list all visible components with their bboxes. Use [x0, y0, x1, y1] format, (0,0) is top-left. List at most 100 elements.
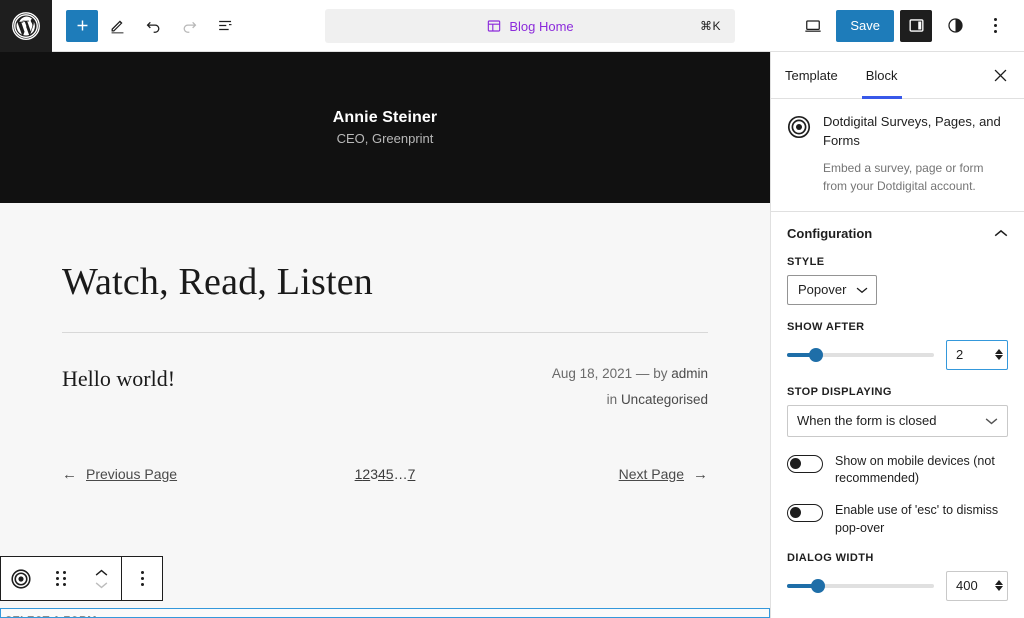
chevron-up-icon [994, 229, 1008, 238]
slider-thumb[interactable] [809, 348, 823, 362]
post-meta-line-1: Aug 18, 2021 — by admin [438, 361, 708, 387]
pagination-previous[interactable]: ← Previous Page [62, 466, 177, 483]
page-number-4[interactable]: 4 [378, 466, 386, 482]
dialog-width-number-input[interactable]: 400 [946, 571, 1008, 601]
selected-dotdigital-block[interactable]: SELECT A FORM SMS marketing Extra 5% [0, 608, 770, 618]
redo-arrow-icon[interactable] [172, 9, 206, 43]
settings-sidebar-icon[interactable] [900, 10, 932, 42]
contrast-styles-icon[interactable] [938, 9, 972, 43]
show-after-label: SHOW AFTER [787, 321, 1008, 333]
post-date: Aug 18, 2021 [552, 366, 632, 381]
more-menu-icon[interactable] [978, 9, 1012, 43]
document-list-view-icon[interactable] [208, 9, 242, 43]
chevron-down-icon [95, 581, 108, 589]
post-meta-line-2: in Uncategorised [438, 387, 708, 413]
block-options-icon[interactable] [122, 571, 162, 586]
block-description: Embed a survey, page or form from your D… [823, 159, 1008, 195]
block-toolbar-options-group [122, 557, 162, 600]
show-after-number-input[interactable]: 2 [946, 340, 1008, 370]
configuration-panel-body: STYLE Popover SHOW AFTER [771, 256, 1024, 618]
arrow-right-icon: → [693, 466, 708, 483]
toggle-knob [790, 458, 801, 469]
dotdigital-bullseye-icon [787, 113, 811, 195]
editor-canvas: Annie Steiner CEO, Greenprint Watch, Rea… [0, 52, 770, 618]
select-form-label: SELECT A FORM [1, 609, 769, 618]
show-after-field: SHOW AFTER 2 [787, 321, 1008, 370]
post-title-link[interactable]: Hello world! [62, 361, 438, 414]
show-after-stepper[interactable] [995, 349, 1003, 360]
pagination: ← Previous Page 12345…7 Next Page → [62, 414, 708, 483]
sidebar-tabs: Template Block [771, 52, 1024, 99]
command-center: Blog Home ⌘K [325, 9, 735, 43]
dialog-width-stepper[interactable] [995, 580, 1003, 591]
post-category-link[interactable]: Uncategorised [621, 392, 708, 407]
pagination-next[interactable]: Next Page → [619, 466, 708, 483]
style-select[interactable]: Popover [787, 275, 877, 305]
chevron-down-icon [985, 417, 998, 425]
undo-arrow-icon[interactable] [136, 9, 170, 43]
editor-body: Annie Steiner CEO, Greenprint Watch, Rea… [0, 52, 1024, 618]
toolbar-right-group: Save [796, 9, 1024, 43]
configuration-panel-header[interactable]: Configuration [771, 212, 1024, 256]
next-page-label: Next Page [619, 466, 684, 482]
stop-displaying-field: STOP DISPLAYING When the form is closed [787, 386, 1008, 437]
dialog-width-value: 400 [956, 578, 995, 593]
style-field: STYLE Popover [787, 256, 1008, 305]
by-label: by [653, 366, 667, 381]
editor-toolbar: Blog Home ⌘K Save [0, 0, 1024, 52]
show-after-value: 2 [956, 347, 995, 362]
move-block-updown-buttons[interactable] [81, 569, 121, 589]
post-area: Watch, Read, Listen Hello world! Aug 18,… [0, 203, 770, 483]
page-number-5[interactable]: 5 [386, 466, 394, 482]
block-title: Dotdigital Surveys, Pages, and Forms [823, 113, 1008, 151]
settings-sidebar: Template Block Dotdigital Surveys, Pages… [770, 52, 1024, 618]
show-on-mobile-toggle[interactable] [787, 455, 823, 473]
show-on-mobile-row: Show on mobile devices (not recommended) [787, 453, 1008, 489]
save-button[interactable]: Save [836, 10, 894, 42]
style-selected-value: Popover [798, 282, 846, 297]
site-title: Annie Steiner [333, 109, 437, 127]
arrow-left-icon: ← [62, 466, 77, 483]
block-info-card: Dotdigital Surveys, Pages, and Forms Emb… [771, 99, 1024, 212]
dialog-width-field: DIALOG WIDTH 400 [787, 552, 1008, 601]
add-block-button[interactable] [66, 10, 98, 42]
site-tagline: CEO, Greenprint [337, 131, 434, 146]
esc-dismiss-toggle[interactable] [787, 504, 823, 522]
block-toolbar [0, 556, 163, 601]
block-info-text: Dotdigital Surveys, Pages, and Forms Emb… [823, 113, 1008, 195]
in-label: in [607, 392, 618, 407]
page-title: Watch, Read, Listen [62, 203, 708, 304]
dotdigital-bullseye-icon[interactable] [1, 568, 41, 590]
page-number-last[interactable]: 7 [408, 466, 416, 482]
show-after-slider[interactable] [787, 346, 934, 364]
stop-displaying-label: STOP DISPLAYING [787, 386, 1008, 398]
drag-handle-icon[interactable] [41, 571, 81, 586]
dialog-width-slider[interactable] [787, 577, 934, 595]
post-list-item: Hello world! Aug 18, 2021 — by admin in … [62, 333, 708, 414]
post-meta: Aug 18, 2021 — by admin in Uncategorised [438, 361, 708, 414]
site-header: Annie Steiner CEO, Greenprint [0, 52, 770, 203]
style-label: STYLE [787, 256, 1008, 268]
slider-thumb[interactable] [811, 579, 825, 593]
dialog-width-label: DIALOG WIDTH [787, 552, 1008, 564]
stop-displaying-select[interactable]: When the form is closed [787, 405, 1008, 437]
show-after-control-row: 2 [787, 340, 1008, 370]
template-layout-icon [486, 18, 502, 34]
chevron-down-icon [856, 286, 868, 294]
tab-block[interactable]: Block [852, 52, 912, 99]
tools-pencil-icon[interactable] [100, 9, 134, 43]
tab-template[interactable]: Template [771, 52, 852, 99]
esc-dismiss-row: Enable use of 'esc' to dismiss pop-over [787, 502, 1008, 538]
previous-page-label: Previous Page [86, 466, 177, 482]
close-sidebar-icon[interactable] [988, 63, 1012, 87]
show-on-mobile-label: Show on mobile devices (not recommended) [835, 453, 1008, 489]
command-bar-button[interactable]: Blog Home ⌘K [325, 9, 735, 43]
toolbar-left-group [52, 9, 242, 43]
laptop-preview-icon[interactable] [796, 9, 830, 43]
toggle-knob [790, 507, 801, 518]
stop-displaying-value: When the form is closed [797, 413, 936, 428]
esc-dismiss-label: Enable use of 'esc' to dismiss pop-over [835, 502, 1008, 538]
post-author-link[interactable]: admin [671, 366, 708, 381]
wordpress-logo-icon[interactable] [0, 0, 52, 52]
block-toolbar-main-group [1, 557, 121, 600]
